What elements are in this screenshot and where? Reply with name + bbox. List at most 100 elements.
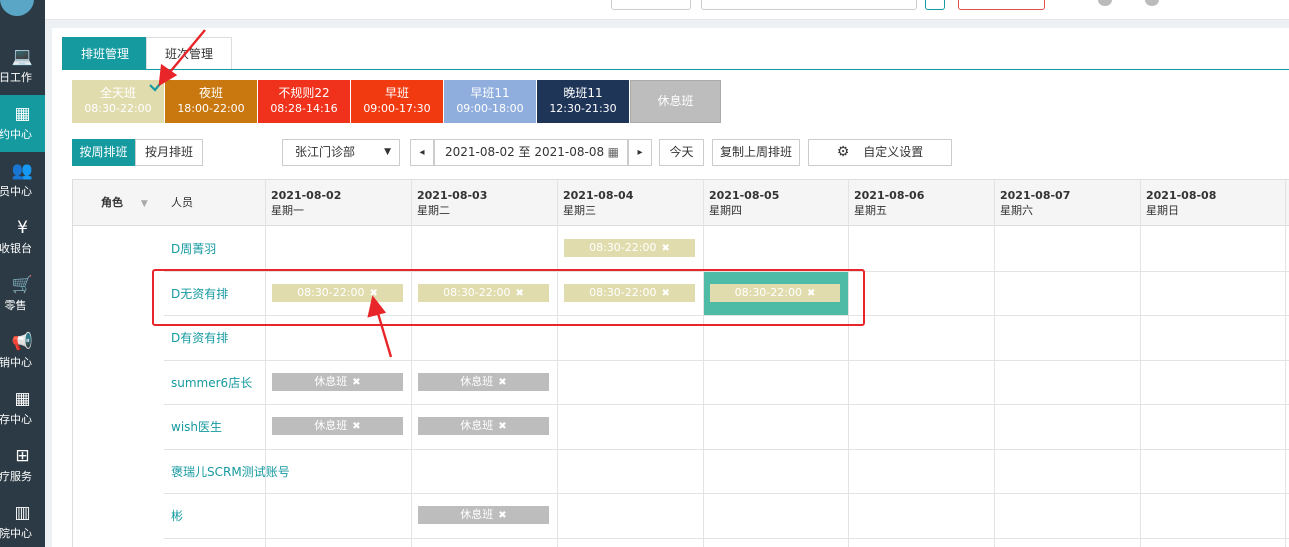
column-divider [848,179,849,547]
users-icon: 👥 [11,161,34,181]
sidebar-item-8[interactable]: ▥ 院中心 [0,494,45,547]
role-header: 角色 ▼ [95,187,148,233]
remove-icon[interactable]: ✖ [498,510,506,521]
shift-name: 晚班11 [563,86,603,100]
day-date: 2021-08-05 [709,189,780,202]
shift-chip[interactable]: 08:30-22:00 ✖ [564,239,695,257]
remove-icon[interactable]: ✖ [661,243,669,254]
row-divider [164,493,1289,494]
sidebar-item-label: 约中心 [0,128,32,141]
filter-icon[interactable]: ▼ [141,199,148,209]
person-name[interactable]: D有资有排 [171,329,228,346]
column-divider [265,179,266,547]
remove-icon[interactable]: ✖ [498,377,506,388]
person-name[interactable]: 彬 [171,507,183,524]
shift-chip-label: 休息班 [460,508,494,521]
shift-name: 休息班 [657,94,694,108]
day-header-6: 2021-08-08 星期日 [1140,180,1216,226]
shift-time: 09:00-17:30 [363,102,431,115]
copy-last-week-button[interactable]: 复制上周排班 [712,139,800,166]
tab-schedule-manage[interactable]: 排班管理 [62,37,149,69]
custom-settings-label: 自定义设置 [863,145,924,159]
top-store-select[interactable] [701,0,917,10]
shift-option-1[interactable]: 夜班 18:00-22:00 [165,80,257,123]
today-button[interactable]: 今天 [659,139,704,166]
by-month-button[interactable]: 按月排班 [135,139,203,166]
column-divider [994,179,995,547]
sidebar-item-6[interactable]: ▦ 存中心 [0,380,45,437]
tab-underline [62,69,1289,70]
column-divider [411,179,412,547]
shift-chip[interactable]: 休息班 ✖ [418,373,549,391]
calendar-icon: ▦ [14,104,31,124]
sidebar: 💻 日工作 ▦ 约中心 👥 员中心 ¥ 收银台 🛒 零售 📢 销中心 ▦ 存中心 ⊞ 疗服务 ▥ 院中心 [0,0,45,547]
shift-time: 12:30-21:30 [549,102,617,115]
column-divider [557,179,558,547]
row-divider [164,404,1289,405]
shift-option-6[interactable]: 休息班 [630,80,721,123]
sidebar-item-3[interactable]: ¥ 收银台 [0,209,45,266]
message-icon[interactable] [1145,0,1159,6]
avatar[interactable] [1098,0,1112,6]
person-name[interactable]: summer6店长 [171,374,252,391]
shift-time: 08:28-14:16 [270,102,338,115]
shift-time: 09:00-18:00 [456,102,524,115]
prev-week-button[interactable]: ◂ [410,139,434,166]
phone-icon[interactable] [1063,0,1077,6]
sidebar-item-2[interactable]: 👥 员中心 [0,152,45,209]
logo [0,0,34,16]
custom-settings-button[interactable]: ⚙ 自定义设置 [808,139,952,166]
shift-chip[interactable]: 休息班 ✖ [418,417,549,435]
schedule-table: 角色 ▼ 人员 2021-08-02 星期一 2021-08-03 星期二 2021-0… [72,179,1289,547]
row-divider [164,538,1289,539]
person-header: 人员 [171,196,193,209]
shift-chip[interactable]: 休息班 ✖ [272,417,403,435]
laptop-icon: 💻 [11,47,34,67]
top-dropdown-left[interactable] [611,0,691,10]
sidebar-item-0[interactable]: 💻 日工作 [0,38,45,95]
megaphone-icon: 📢 [11,332,34,352]
sidebar-item-label: 存中心 [0,413,32,426]
person-name[interactable]: 褒瑞儿SCRM测试账号 [171,463,290,480]
next-week-button[interactable]: ▸ [628,139,652,166]
sidebar-item-label: 收银台 [0,242,32,255]
by-week-button[interactable]: 按周排班 [72,139,135,166]
sidebar-item-label: 销中心 [0,356,32,369]
remove-icon[interactable]: ✖ [352,377,360,388]
sidebar-item-5[interactable]: 📢 销中心 [0,323,45,380]
clinic-select[interactable]: 张江门诊部 ▼ [282,139,400,166]
shift-option-3[interactable]: 早班 09:00-17:30 [351,80,443,123]
shift-chip[interactable]: 休息班 ✖ [418,506,549,524]
day-weekday: 星期一 [271,204,304,217]
shift-option-5[interactable]: 晚班11 12:30-21:30 [537,80,629,123]
sidebar-item-7[interactable]: ⊞ 疗服务 [0,437,45,494]
cart-icon: 🛒 [11,275,34,295]
day-weekday: 星期三 [563,204,596,217]
sidebar-item-label: 零售 [4,299,27,312]
remove-icon[interactable]: ✖ [498,421,506,432]
top-red-button[interactable] [958,0,1045,10]
shift-chip[interactable]: 休息班 ✖ [272,373,403,391]
sidebar-item-4[interactable]: 🛒 零售 [0,266,45,323]
grid-icon: ▦ [14,389,31,409]
remove-icon[interactable]: ✖ [352,421,360,432]
top-square-button[interactable] [925,0,945,10]
shift-time: 18:00-22:00 [177,102,245,115]
sidebar-item-label: 疗服务 [0,470,32,483]
shift-chip-label: 休息班 [460,419,494,432]
day-date: 2021-08-02 [271,189,342,202]
person-name[interactable]: D周菁羽 [171,240,216,257]
tab-shift-manage[interactable]: 班次管理 [146,37,233,69]
sidebar-item-1[interactable]: ▦ 约中心 [0,95,45,152]
person-name[interactable]: wish医生 [171,418,222,435]
shift-option-2[interactable]: 不规则22 08:28-14:16 [258,80,350,123]
yen-icon: ¥ [17,218,28,238]
shift-name: 夜班 [198,86,223,100]
calendar-icon: ▦ [607,145,619,159]
date-range-input[interactable]: 2021-08-02 至 2021-08-08 ▦ [434,139,628,166]
column-divider [1140,179,1141,547]
shift-chip-label: 休息班 [314,419,348,432]
day-weekday: 星期五 [854,204,887,217]
shift-option-4[interactable]: 早班11 09:00-18:00 [444,80,536,123]
role-header-label: 角色 [101,196,123,209]
